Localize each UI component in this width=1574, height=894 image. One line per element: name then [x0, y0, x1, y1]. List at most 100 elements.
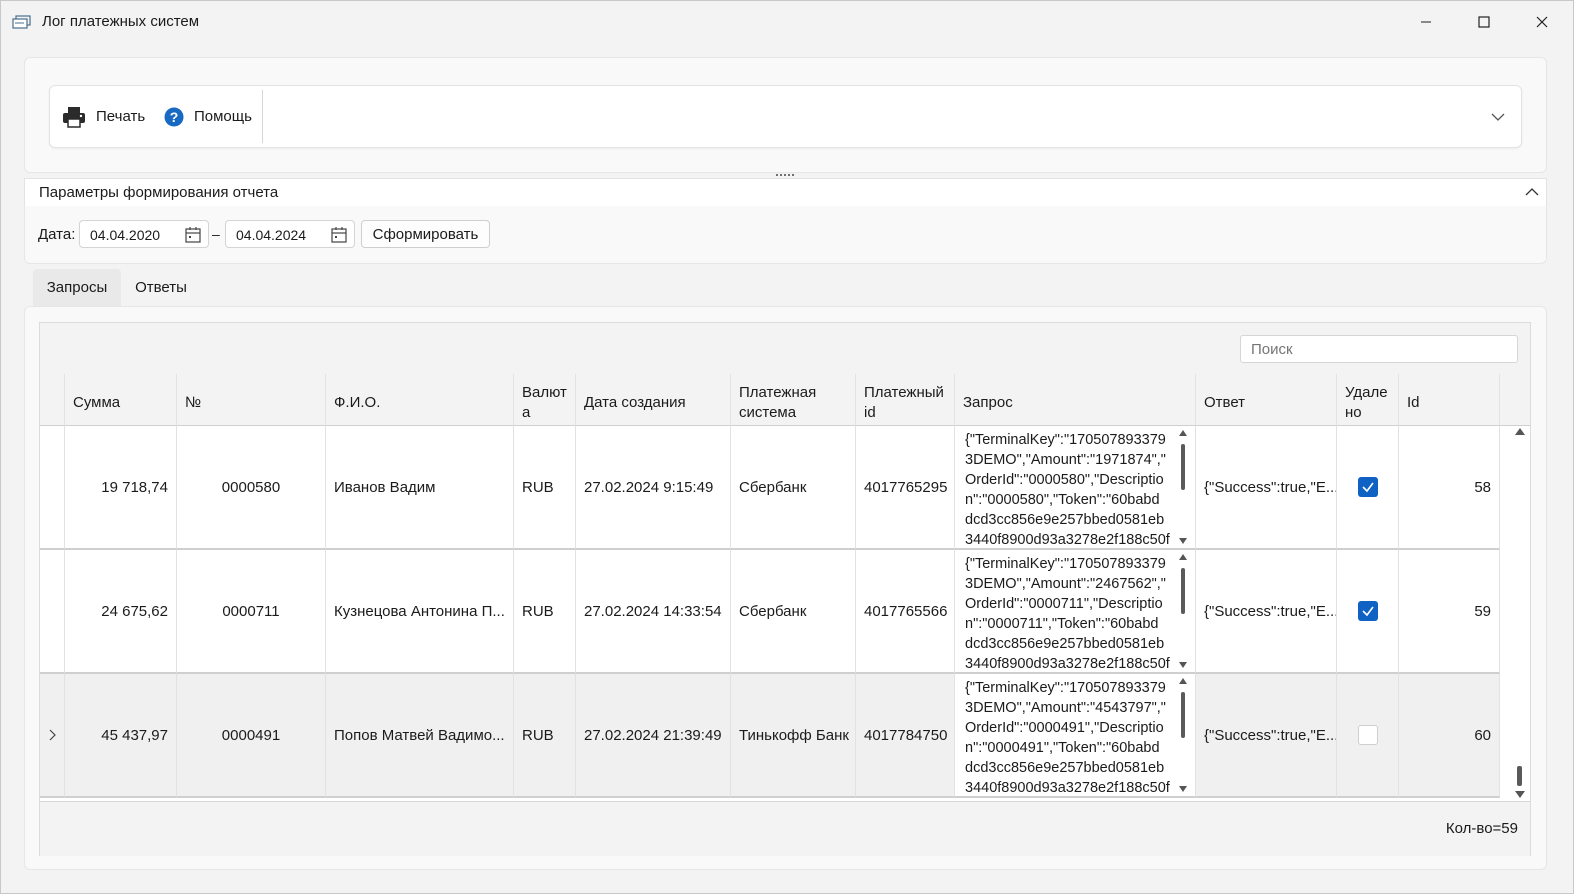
cell-sum: 45 437,97	[65, 674, 177, 798]
date-to-field[interactable]: 04.04.2024	[225, 220, 355, 248]
cell-number: 0000580	[177, 426, 326, 550]
cell-created: 27.02.2024 21:39:49	[576, 674, 731, 798]
help-label: Помощь	[194, 108, 252, 125]
checkmark-icon	[1361, 482, 1374, 493]
request-scrollbar[interactable]	[1178, 430, 1188, 546]
row-indicator-header	[40, 374, 65, 426]
cell-sum: 19 718,74	[65, 426, 177, 550]
column-header-label: Id	[1407, 393, 1420, 411]
print-button[interactable]: Печать	[62, 86, 145, 147]
cell-response: {"Success":true,"E...	[1196, 426, 1337, 550]
column-header-label: Удале но	[1345, 383, 1388, 421]
chevron-up-icon[interactable]	[1524, 184, 1540, 200]
cell-created: 27.02.2024 14:33:54	[576, 550, 731, 674]
checkmark-icon	[1361, 606, 1374, 617]
request-json-text: {"TerminalKey":"170507893379 3DEMO","Amo…	[965, 680, 1170, 796]
cell-request[interactable]: {"TerminalKey":"170507893379 3DEMO","Amo…	[955, 674, 1196, 798]
row-indicator[interactable]	[40, 674, 65, 798]
cell-number: 0000491	[177, 674, 326, 798]
column-header-system[interactable]: Платежная система	[731, 374, 856, 426]
column-header-request[interactable]: Запрос	[955, 374, 1196, 426]
title-bar: Лог платежных систем	[1, 1, 1573, 43]
column-header-deleted[interactable]: Удале но	[1337, 374, 1399, 426]
toolbar-separator	[262, 90, 263, 143]
cell-currency: RUB	[514, 550, 576, 674]
cell-pay-id: 4017784750	[856, 674, 955, 798]
window-title: Лог платежных систем	[42, 13, 200, 30]
cell-id: 58	[1399, 426, 1500, 550]
record-count: Кол-во=59	[1445, 820, 1518, 837]
minimize-icon	[1421, 21, 1431, 23]
minimize-button[interactable]	[1397, 1, 1455, 43]
date-from-field[interactable]: 04.04.2020	[79, 220, 209, 248]
request-scrollbar[interactable]	[1178, 678, 1188, 794]
cell-sum: 24 675,62	[65, 550, 177, 674]
cell-system: Сбербанк	[731, 550, 856, 674]
grid-footer: Кол-во=59	[40, 801, 1530, 856]
column-header-label: Ф.И.О.	[334, 393, 381, 411]
toolbar: Печать ? Помощь	[49, 85, 1522, 148]
cell-id: 60	[1399, 674, 1500, 798]
column-header-label: Сумма	[73, 393, 121, 411]
cell-response: {"Success":true,"E...	[1196, 674, 1337, 798]
cell-pay-id: 4017765295	[856, 426, 955, 550]
cell-id: 59	[1399, 550, 1500, 674]
date-label: Дата:	[38, 226, 76, 243]
calendar-icon[interactable]	[184, 226, 202, 244]
cell-system: Тинькофф Банк	[731, 674, 856, 798]
column-header-created[interactable]: Дата создания	[576, 374, 731, 426]
column-header-currency[interactable]: Валют а	[514, 374, 576, 426]
help-icon: ?	[164, 107, 184, 126]
params-title: Параметры формирования отчета	[39, 184, 279, 201]
request-json-text: {"TerminalKey":"170507893379 3DEMO","Amo…	[965, 556, 1170, 672]
column-header-number[interactable]: №	[177, 374, 326, 426]
cell-currency: RUB	[514, 426, 576, 550]
splitter-grip[interactable]	[775, 173, 795, 177]
column-header-label: Запрос	[963, 393, 1013, 411]
column-header-sum[interactable]: Сумма	[65, 374, 177, 426]
deleted-checkbox[interactable]	[1357, 601, 1378, 621]
column-header-response[interactable]: Ответ	[1196, 374, 1337, 426]
cell-deleted	[1337, 426, 1399, 550]
cell-fio: Иванов Вадим	[326, 426, 514, 550]
tab-requests[interactable]: Запросы	[33, 269, 121, 306]
cell-deleted	[1337, 550, 1399, 674]
svg-text:?: ?	[170, 109, 179, 125]
payment-log-icon	[12, 15, 31, 29]
row-indicator[interactable]	[40, 426, 65, 550]
cell-pay-id: 4017765566	[856, 550, 955, 674]
column-header-id[interactable]: Id	[1399, 374, 1500, 426]
chevron-down-icon[interactable]	[1489, 108, 1507, 126]
deleted-checkbox[interactable]	[1357, 725, 1378, 745]
column-header-label: Валют а	[522, 383, 567, 421]
header-filler	[1500, 374, 1530, 426]
cell-number: 0000711	[177, 550, 326, 674]
deleted-checkbox[interactable]	[1357, 477, 1378, 497]
cell-request[interactable]: {"TerminalKey":"170507893379 3DEMO","Amo…	[955, 550, 1196, 674]
params-group-header[interactable]: Параметры формирования отчета	[24, 178, 1547, 207]
column-header-pay-id[interactable]: Платежный id	[856, 374, 955, 426]
cell-fio: Попов Матвей Вадимо...	[326, 674, 514, 798]
current-row-chevron-icon	[49, 729, 56, 741]
grid-search-bar	[40, 323, 1530, 375]
grid-vertical-scrollbar[interactable]	[1510, 426, 1530, 800]
row-indicator[interactable]	[40, 550, 65, 674]
print-label: Печать	[96, 108, 146, 125]
cell-fio: Кузнецова Антонина П...	[326, 550, 514, 674]
close-icon	[1536, 16, 1548, 28]
requests-grid: Сумма № Ф.И.О. Валют а Дата создания Пла…	[39, 322, 1531, 856]
date-from-value: 04.04.2020	[90, 227, 161, 243]
date-range-separator: –	[212, 226, 220, 242]
printer-icon	[63, 106, 85, 128]
tab-responses[interactable]: Ответы	[125, 269, 197, 306]
search-input[interactable]	[1240, 335, 1518, 363]
close-button[interactable]	[1513, 1, 1571, 43]
column-header-fio[interactable]: Ф.И.О.	[326, 374, 514, 426]
help-button[interactable]: ? Помощь	[164, 86, 252, 147]
maximize-button[interactable]	[1455, 1, 1513, 43]
generate-button[interactable]: Сформировать	[361, 220, 490, 248]
calendar-icon[interactable]	[330, 226, 348, 244]
maximize-icon	[1478, 16, 1490, 28]
request-scrollbar[interactable]	[1178, 554, 1188, 670]
cell-request[interactable]: {"TerminalKey":"170507893379 3DEMO","Amo…	[955, 426, 1196, 550]
